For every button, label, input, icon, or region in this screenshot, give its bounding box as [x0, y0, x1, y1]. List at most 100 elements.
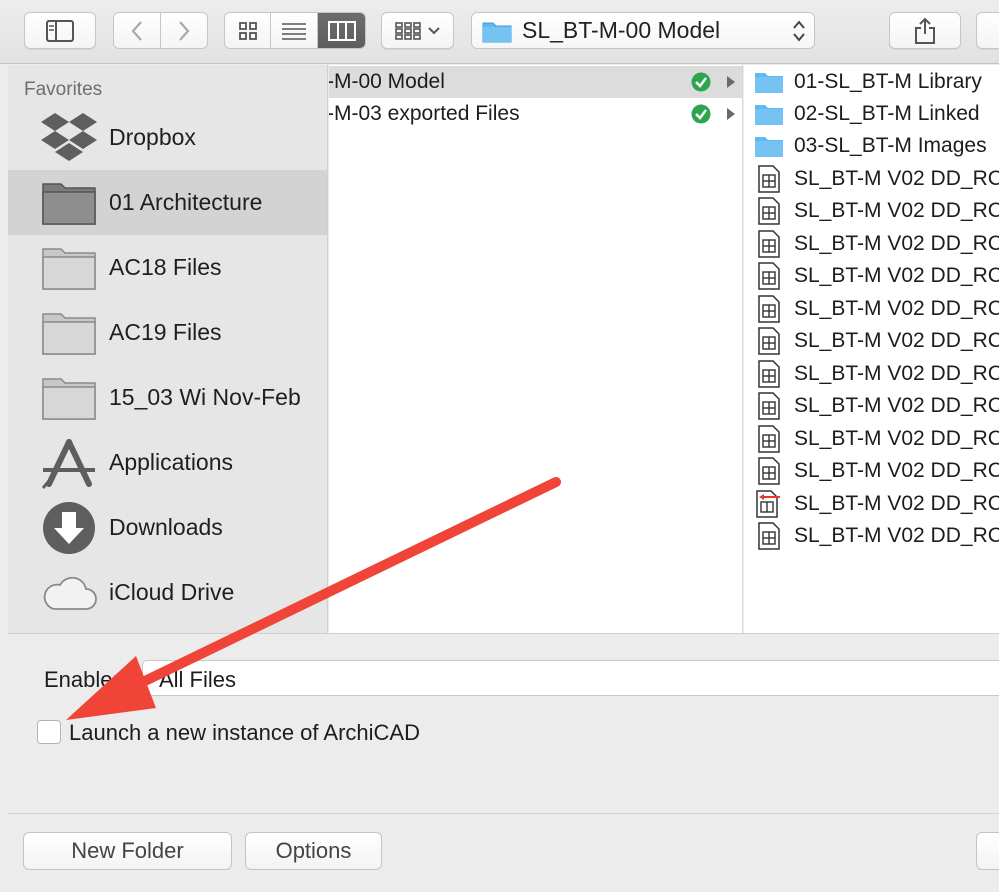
list-item[interactable]: SL_BT-M V02 DD_RC [744, 455, 999, 487]
list-item-label: 02-SL_BT-M Linked [794, 102, 980, 125]
folder-icon [39, 306, 99, 360]
cancel-button[interactable] [976, 832, 999, 870]
list-item[interactable]: SL_BT-M V02 DD_RC [744, 163, 999, 195]
sidebar-icon [46, 19, 74, 42]
list-item-label: SL_BT-M V02 DD_RC [794, 427, 999, 450]
list-item[interactable]: -M-00 Model [329, 66, 742, 98]
list-item-label: SL_BT-M V02 DD_RC [794, 232, 999, 255]
sync-check-icon [691, 72, 711, 92]
icon-view-button[interactable] [225, 13, 271, 48]
archicad-file-icon [754, 197, 784, 225]
archicad-file-icon [754, 360, 784, 388]
launch-new-instance-checkbox[interactable] [37, 720, 61, 744]
sidebar-toggle-button[interactable] [24, 12, 96, 49]
list-item[interactable]: 03-SL_BT-M Images [744, 130, 999, 162]
sidebar-item-label: AC18 Files [109, 254, 222, 280]
icon-view-icon [238, 21, 257, 40]
list-item[interactable]: SL_BT-M V02 DD_RC [744, 390, 999, 422]
list-item[interactable]: SL_BT-M V02 DD_RC [744, 260, 999, 292]
sidebar-item-label: 15_03 Wi Nov-Feb [109, 384, 301, 410]
list-item-label: SL_BT-M V02 DD_RC [794, 459, 999, 482]
sidebar-item-applications[interactable]: Applications [8, 430, 327, 495]
sidebar-item-ac19-files[interactable]: AC19 Files [8, 300, 327, 365]
sidebar-item-15-03-wi-nov-feb[interactable]: 15_03 Wi Nov-Feb [8, 365, 327, 430]
column-view-button[interactable] [318, 13, 365, 48]
list-item[interactable]: SL_BT-M V02 DD_RC [744, 195, 999, 227]
folder-icon [754, 68, 784, 96]
new-folder-button[interactable]: New Folder [23, 832, 232, 870]
share-button[interactable] [889, 12, 961, 49]
archicad-file-icon [754, 295, 784, 323]
list-item[interactable]: SL_BT-M V02 DD_RC [744, 293, 999, 325]
updown-chevron-icon [793, 20, 805, 42]
downloads-icon [39, 501, 99, 555]
view-mode-group [224, 12, 366, 49]
back-button[interactable] [114, 13, 161, 48]
archicad-file-icon [754, 327, 784, 355]
list-item-label: SL_BT-M V02 DD_RC [794, 329, 999, 352]
sync-check-icon [691, 104, 711, 124]
enable-select[interactable]: All Files [142, 660, 999, 696]
list-item-label: 03-SL_BT-M Images [794, 134, 987, 157]
tag-button[interactable] [976, 12, 999, 49]
list-view-icon [282, 22, 306, 40]
forward-button[interactable] [161, 13, 207, 48]
sidebar: Favorites Dropbox 01 Architecture AC18 F… [8, 65, 328, 633]
arrange-button[interactable] [381, 12, 454, 49]
archicad-file-icon [754, 230, 784, 258]
list-item-label: SL_BT-M V02 DD_RC [794, 362, 999, 385]
list-item[interactable]: SL_BT-M V02 DD_RC [744, 325, 999, 357]
list-item-label: SL_BT-M V02 DD_RC [794, 199, 999, 222]
folder-icon [39, 176, 99, 230]
folder-icon [39, 241, 99, 295]
folder-icon [754, 132, 784, 160]
chevron-down-icon [427, 26, 440, 34]
list-item-label: -M-03 exported Files [329, 102, 520, 125]
options-button-label: Options [275, 838, 352, 863]
toolbar: SL_BT-M-00 Model [0, 0, 999, 64]
chevron-left-icon [131, 20, 142, 41]
folder-icon [39, 371, 99, 425]
list-view-button[interactable] [271, 13, 318, 48]
sidebar-heading: Favorites [24, 79, 103, 100]
folder-icon [482, 22, 512, 42]
dialog-footer: New Folder Options [8, 813, 999, 892]
archicad-file-icon [754, 425, 784, 453]
sidebar-item-ac18-files[interactable]: AC18 Files [8, 235, 327, 300]
list-item-label: SL_BT-M V02 DD_RC [794, 167, 999, 190]
share-icon [915, 17, 935, 44]
list-item-label: SL_BT-M V02 DD_RC [794, 492, 999, 515]
sidebar-item-dropbox[interactable]: Dropbox [8, 105, 327, 170]
path-popup[interactable]: SL_BT-M-00 Model [471, 12, 815, 49]
sidebar-item-01-architecture[interactable]: 01 Architecture [8, 170, 327, 235]
browser-column-2: 01-SL_BT-M Library 02-SL_BT-M Linked 03-… [744, 65, 999, 633]
list-item[interactable]: SL_BT-M V02 DD_RC [744, 358, 999, 390]
list-item[interactable]: SL_BT-M V02 DD_RC [744, 520, 999, 552]
options-button[interactable]: Options [245, 832, 382, 870]
archicad-file-icon [754, 262, 784, 290]
sidebar-item-label: Dropbox [109, 124, 196, 150]
list-item[interactable]: SL_BT-M V02 DD_RC [744, 228, 999, 260]
list-item[interactable]: 02-SL_BT-M Linked [744, 98, 999, 130]
list-item[interactable]: SL_BT-M V02 DD_RC [744, 488, 999, 520]
back-forward-group [113, 12, 208, 49]
enable-label: Enable: [44, 667, 119, 692]
folder-icon [754, 100, 784, 128]
chevron-right-icon [179, 20, 190, 41]
list-item-label: SL_BT-M V02 DD_RC [794, 297, 999, 320]
archicad-file-icon [754, 522, 784, 550]
list-item[interactable]: -M-03 exported Files [329, 98, 742, 130]
sidebar-item-label: Applications [109, 449, 234, 475]
list-item-label: -M-00 Model [329, 70, 445, 93]
browser-column-1: -M-00 Model -M-03 exported Files [329, 65, 743, 633]
archicad-file-icon [754, 165, 784, 193]
grid-arrange-icon [394, 21, 421, 40]
list-item[interactable]: 01-SL_BT-M Library [744, 66, 999, 98]
archicad-file-icon [754, 392, 784, 420]
sidebar-item-downloads[interactable]: Downloads [8, 495, 327, 560]
list-item[interactable]: SL_BT-M V02 DD_RC [744, 423, 999, 455]
sidebar-item-label: AC19 Files [109, 319, 222, 345]
sidebar-item-label: iCloud Drive [109, 579, 235, 605]
launch-new-instance-label[interactable]: Launch a new instance of ArchiCAD [69, 720, 420, 746]
sidebar-item-icloud-drive[interactable]: iCloud Drive [8, 560, 327, 625]
